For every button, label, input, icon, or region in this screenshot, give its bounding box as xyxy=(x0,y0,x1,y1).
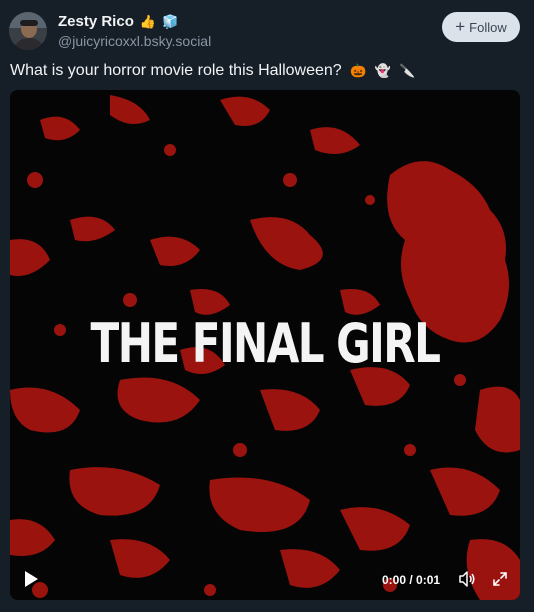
ghost-emoji: 👻 xyxy=(374,63,391,78)
follow-label: Follow xyxy=(469,19,507,35)
avatar-image xyxy=(9,12,47,50)
display-name[interactable]: Zesty Rico xyxy=(58,13,134,30)
video-time: 0:00 / 0:01 xyxy=(382,573,441,587)
name-row: Zesty Rico 👍 🧊 xyxy=(58,13,178,30)
video-player[interactable]: THE FINAL GIRL 0:00 / 0:01 xyxy=(10,90,520,600)
pumpkin-emoji: 🎃 xyxy=(350,63,367,78)
post-text: What is your horror movie role this Hall… xyxy=(10,62,416,80)
post-card: Zesty Rico 👍 🧊 @juicyricoxxl.bsky.social… xyxy=(0,0,534,612)
thumbs-up-emoji: 👍 xyxy=(139,14,157,29)
ice-cube-emoji: 🧊 xyxy=(162,14,179,29)
plus-icon: + xyxy=(455,17,466,36)
author-handle[interactable]: @juicyricoxxl.bsky.social xyxy=(58,33,211,49)
fullscreen-icon[interactable] xyxy=(492,571,508,587)
avatar[interactable] xyxy=(9,12,47,50)
knife-emoji: 🔪 xyxy=(399,63,416,78)
follow-button[interactable]: + Follow xyxy=(442,12,520,42)
volume-icon[interactable] xyxy=(458,570,476,588)
video-controls: 0:00 / 0:01 xyxy=(10,560,520,600)
post-body: What is your horror movie role this Hall… xyxy=(10,62,342,79)
video-title-text: THE FINAL GIRL xyxy=(90,312,441,375)
play-icon[interactable] xyxy=(22,570,40,588)
